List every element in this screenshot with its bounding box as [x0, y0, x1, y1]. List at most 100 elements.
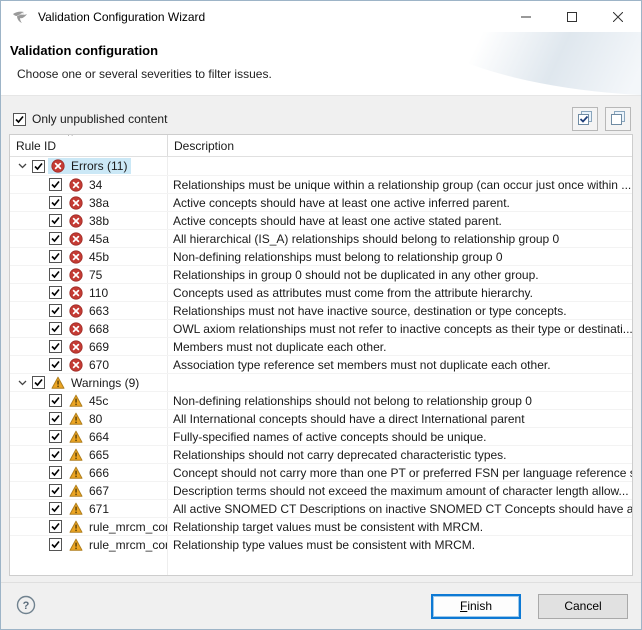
- only-unpublished-checkbox[interactable]: [13, 113, 26, 126]
- rule-description: Relationships in group 0 should not be d…: [168, 266, 632, 283]
- row-checkbox[interactable]: [49, 412, 62, 425]
- table-row[interactable]: 45aAll hierarchical (IS_A) relationships…: [10, 229, 632, 247]
- rule-id: 110: [89, 286, 108, 300]
- table-row-group[interactable]: Warnings (9): [10, 373, 632, 391]
- error-icon: [69, 178, 83, 192]
- titlebar: Validation Configuration Wizard: [1, 1, 641, 32]
- table-row[interactable]: 45cNon-defining relationships should not…: [10, 391, 632, 409]
- rule-id: 38b: [89, 214, 109, 228]
- wizard-banner: Validation configuration Choose one or s…: [1, 32, 641, 96]
- table-row-group[interactable]: Errors (11): [10, 157, 632, 175]
- close-icon[interactable]: [595, 1, 641, 32]
- table-row[interactable]: 664Fully-specified names of active conce…: [10, 427, 632, 445]
- rule-id: 668: [89, 322, 109, 336]
- minimize-icon[interactable]: [503, 1, 549, 32]
- dialog-buttons: Finish Cancel: [431, 594, 628, 619]
- warning-icon: [69, 520, 83, 534]
- column-header-rule-id[interactable]: Rule ID ^: [10, 135, 168, 156]
- row-checkbox[interactable]: [49, 484, 62, 497]
- row-checkbox[interactable]: [49, 502, 62, 515]
- column-label: Description: [174, 139, 234, 153]
- table-row[interactable]: rule_mrcm_conRelationship target values …: [10, 517, 632, 535]
- table-row[interactable]: 34Relationships must be unique within a …: [10, 175, 632, 193]
- row-checkbox[interactable]: [49, 448, 62, 461]
- group-label-wrap[interactable]: Warnings (9): [48, 375, 143, 391]
- rule-id: 45b: [89, 250, 109, 264]
- maximize-icon[interactable]: [549, 1, 595, 32]
- column-header-description[interactable]: Description: [168, 135, 632, 156]
- table-row[interactable]: 665Relationships should not carry deprec…: [10, 445, 632, 463]
- error-icon: [69, 286, 83, 300]
- table-row[interactable]: 38b Active concepts should have at least …: [10, 211, 632, 229]
- row-checkbox[interactable]: [49, 466, 62, 479]
- row-checkbox[interactable]: [49, 304, 62, 317]
- cancel-button[interactable]: Cancel: [538, 594, 628, 619]
- table-row[interactable]: 75 Relationships in group 0 should not be…: [10, 265, 632, 283]
- error-icon: [69, 322, 83, 336]
- rule-description: Non-defining relationships should not be…: [168, 392, 632, 409]
- table-row[interactable]: 668OWL axiom relationships must not refe…: [10, 319, 632, 337]
- table-row[interactable]: 671All active SNOMED CT Descriptions on …: [10, 499, 632, 517]
- group-label: Errors (11): [71, 159, 127, 173]
- error-icon: [69, 232, 83, 246]
- table-row[interactable]: rule_mrcm_conRelationship type values mu…: [10, 535, 632, 553]
- rule-description: Active concepts should have at least one…: [168, 212, 632, 229]
- help-button[interactable]: ?: [14, 594, 38, 618]
- deselect-all-button[interactable]: [605, 107, 631, 131]
- row-checkbox[interactable]: [49, 286, 62, 299]
- rule-id: 75: [89, 268, 102, 282]
- group-label-wrap[interactable]: Errors (11): [48, 158, 131, 174]
- table-row[interactable]: 667Description terms should not exceed t…: [10, 481, 632, 499]
- rules-table: Rule ID ^ Description Errors (11) 34Relat…: [9, 134, 633, 576]
- table-row[interactable]: 666Concept should not carry more than on…: [10, 463, 632, 481]
- rule-description: Members must not duplicate each other.: [168, 338, 632, 355]
- row-checkbox[interactable]: [49, 196, 62, 209]
- row-checkbox[interactable]: [49, 250, 62, 263]
- caption-buttons: [503, 1, 641, 32]
- rule-id: 670: [89, 358, 109, 372]
- table-row[interactable]: 38aActive concepts should have at least …: [10, 193, 632, 211]
- warning-icon: [69, 538, 83, 552]
- group-description: [168, 374, 632, 391]
- finish-button[interactable]: Finish: [431, 594, 521, 619]
- warning-icon: [69, 430, 83, 444]
- row-checkbox[interactable]: [49, 538, 62, 551]
- rule-id: 666: [89, 466, 109, 480]
- sort-ascending-icon: ^: [68, 134, 73, 142]
- rule-id: 80: [89, 412, 102, 426]
- rule-description: Relationships should not carry deprecate…: [168, 446, 632, 463]
- validation-wizard-dialog: Validation Configuration Wizard Validati…: [0, 0, 642, 630]
- rule-description: Relationships must be unique within a re…: [168, 176, 632, 193]
- only-unpublished-label: Only unpublished content: [32, 112, 167, 126]
- select-all-button[interactable]: [572, 107, 598, 131]
- rule-description: Active concepts should have at least one…: [168, 194, 632, 211]
- table-row[interactable]: 663Relationships must not have inactive …: [10, 301, 632, 319]
- warning-icon: [69, 484, 83, 498]
- table-row[interactable]: 670Association type reference set member…: [10, 355, 632, 373]
- table-row[interactable]: 80All International concepts should have…: [10, 409, 632, 427]
- app-logo-icon: [12, 9, 30, 25]
- row-checkbox[interactable]: [32, 160, 45, 173]
- error-icon: [69, 214, 83, 228]
- chevron-down-icon[interactable]: [14, 158, 30, 174]
- row-checkbox[interactable]: [49, 268, 62, 281]
- rule-id: rule_mrcm_con: [89, 538, 168, 552]
- row-checkbox[interactable]: [49, 394, 62, 407]
- error-icon: [69, 196, 83, 210]
- row-checkbox[interactable]: [49, 322, 62, 335]
- table-row[interactable]: 45bNon-defining relationships must belon…: [10, 247, 632, 265]
- chevron-down-icon[interactable]: [14, 375, 30, 391]
- warning-icon: [69, 502, 83, 516]
- row-checkbox[interactable]: [49, 520, 62, 533]
- row-checkbox[interactable]: [49, 340, 62, 353]
- row-checkbox[interactable]: [32, 376, 45, 389]
- check-all-icon: [577, 110, 593, 129]
- row-checkbox[interactable]: [49, 358, 62, 371]
- row-checkbox[interactable]: [49, 178, 62, 191]
- table-row[interactable]: 669Members must not duplicate each other…: [10, 337, 632, 355]
- window-title: Validation Configuration Wizard: [38, 10, 205, 24]
- row-checkbox[interactable]: [49, 214, 62, 227]
- row-checkbox[interactable]: [49, 430, 62, 443]
- row-checkbox[interactable]: [49, 232, 62, 245]
- table-row[interactable]: 110Concepts used as attributes must come…: [10, 283, 632, 301]
